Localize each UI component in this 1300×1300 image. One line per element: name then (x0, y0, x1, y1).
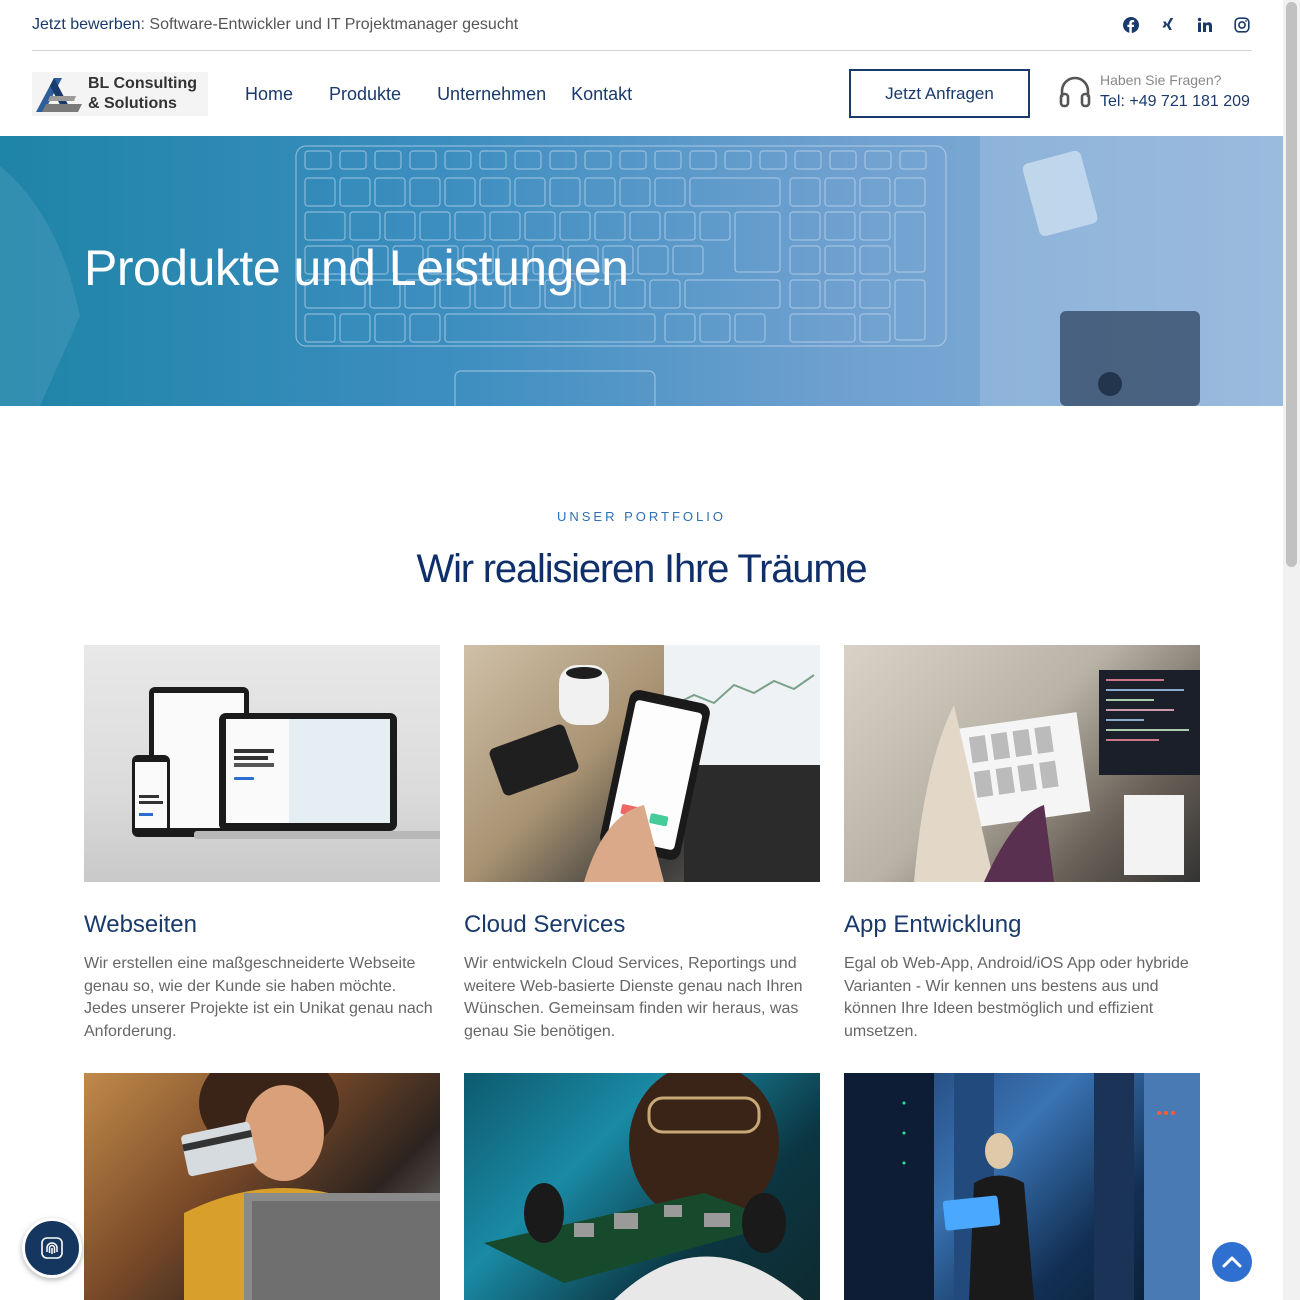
circuit-board-image (484, 1073, 804, 1300)
card-text: Wir erstellen eine maßgeschneiderte Webs… (84, 955, 433, 1040)
main-nav: Home Produkte Unternehmen Kontakt (245, 84, 632, 105)
support-question: Haben Sie Fragen? (1100, 72, 1222, 88)
page-scrollbar[interactable] (1283, 0, 1300, 1300)
social-links (1123, 17, 1250, 33)
nav-kontakt[interactable]: Kontakt (571, 84, 632, 105)
job-notice-highlight: Jetzt bewerben (32, 16, 141, 33)
facebook-icon[interactable] (1123, 17, 1139, 33)
card-hardware[interactable] (464, 1073, 820, 1300)
job-notice[interactable]: Jetzt bewerben: Software-Entwickler und … (32, 16, 518, 34)
section-overline: UNSER PORTFOLIO (556, 509, 726, 524)
scrollbar-thumb[interactable] (1286, 2, 1297, 567)
card-image-hardware (464, 1073, 820, 1300)
card-server[interactable] (844, 1073, 1200, 1300)
job-notice-text: : Software-Entwickler und IT Projektmana… (140, 16, 519, 33)
online-payment-image (181, 1073, 440, 1300)
card-title: Webseiten (84, 911, 197, 938)
headset-icon (1059, 76, 1091, 107)
support-contact[interactable]: Haben Sie Fragen? Tel: +49 721 181 209 (1058, 72, 1250, 111)
support-phone[interactable]: Tel: +49 721 181 209 (1100, 93, 1250, 111)
instagram-icon[interactable] (1234, 17, 1250, 33)
card-title: App Entwicklung (844, 911, 1022, 938)
company-logo[interactable]: BL Consulting & Solutions (32, 72, 208, 116)
linkedin-icon[interactable] (1197, 17, 1213, 33)
card-text: Egal ob Web-App, Android/iOS App oder hy… (844, 955, 1189, 1040)
hero-title: Produkte und Leistungen (84, 240, 629, 296)
logo-line-1: BL Consulting (88, 75, 198, 92)
top-bar: Jetzt bewerben: Software-Entwickler und … (32, 0, 1252, 51)
card-image-server (844, 1073, 1200, 1300)
devices-mockup-image (132, 687, 440, 839)
logo-line-2: & Solutions (88, 95, 177, 112)
card-title: Cloud Services (464, 911, 626, 938)
card-payment[interactable] (84, 1073, 440, 1300)
card-cloud-services[interactable]: Cloud Services Wir entwickeln Cloud Serv… (464, 645, 820, 1043)
section-title: Wir realisieren Ihre Träume (416, 547, 868, 591)
card-image-webseiten (84, 645, 440, 882)
site-header: BL Consulting & Solutions Home Produkte … (32, 52, 1252, 136)
server-room-image (844, 1073, 1200, 1300)
logo-text: BL Consulting & Solutions (88, 74, 197, 114)
card-text: Wir entwickeln Cloud Services, Reporting… (464, 955, 803, 1040)
xing-icon[interactable] (1160, 17, 1176, 33)
accessibility-button[interactable] (22, 1218, 82, 1278)
card-webseiten[interactable]: Webseiten Wir erstellen eine maßgeschnei… (84, 645, 440, 1043)
card-image-app (844, 645, 1200, 882)
fingerprint-icon (41, 1237, 63, 1259)
nav-unternehmen[interactable]: Unternehmen (437, 84, 546, 105)
chevron-up-icon (1222, 1256, 1242, 1268)
card-app-entwicklung[interactable]: App Entwicklung Egal ob Web-App, Android… (844, 645, 1200, 1043)
trading-phone-image (489, 645, 820, 882)
hero-banner: Produkte und Leistungen (0, 136, 1283, 406)
request-button[interactable]: Jetzt Anfragen (849, 69, 1030, 118)
scroll-to-top-button[interactable] (1212, 1242, 1252, 1282)
card-image-cloud (464, 645, 820, 882)
nav-produkte[interactable]: Produkte (329, 84, 401, 105)
logo-mark-icon (36, 78, 82, 112)
card-image-payment (84, 1073, 440, 1300)
app-wireframe-image (914, 670, 1200, 882)
nav-home[interactable]: Home (245, 84, 293, 105)
